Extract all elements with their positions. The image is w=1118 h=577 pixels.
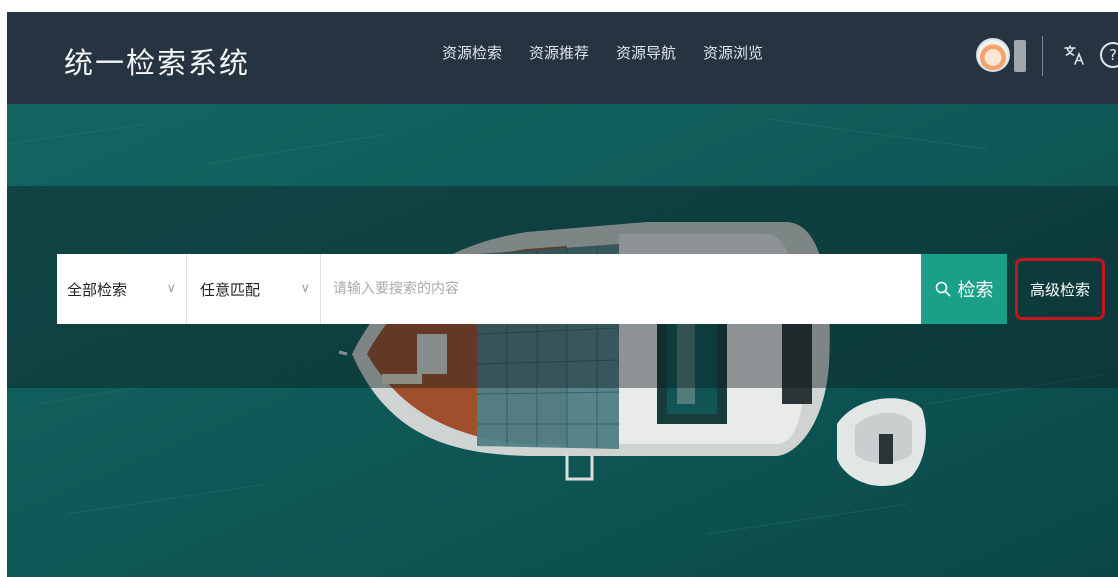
header-divider bbox=[1042, 36, 1043, 76]
search-scope-dropdown[interactable]: 全部检索 ∨ bbox=[57, 254, 187, 324]
chevron-down-icon: ∨ bbox=[166, 281, 176, 296]
search-bar: 全部检索 ∨ 任意匹配 ∨ bbox=[57, 254, 921, 324]
app-window: 统一检索系统 资源检索 资源推荐 资源导航 资源浏览 ? 全部检索 ∨ 任意匹配… bbox=[7, 12, 1118, 577]
match-mode-dropdown[interactable]: 任意匹配 ∨ bbox=[187, 254, 321, 324]
search-input[interactable] bbox=[321, 254, 921, 324]
hero-banner bbox=[7, 104, 1118, 577]
top-navigation-bar: 统一检索系统 资源检索 资源推荐 资源导航 资源浏览 ? bbox=[7, 12, 1118, 104]
chevron-down-icon: ∨ bbox=[300, 281, 310, 296]
help-icon[interactable]: ? bbox=[1100, 42, 1118, 68]
main-nav: 资源检索 资源推荐 资源导航 资源浏览 bbox=[442, 42, 763, 63]
user-avatar[interactable] bbox=[976, 38, 1010, 72]
advanced-search-button[interactable]: 高级检索 bbox=[1015, 258, 1105, 320]
system-title: 统一检索系统 bbox=[64, 46, 251, 80]
search-button-label: 检索 bbox=[957, 280, 994, 301]
nav-item-resource-navigation[interactable]: 资源导航 bbox=[616, 42, 676, 63]
translate-icon[interactable] bbox=[1063, 43, 1087, 67]
search-icon bbox=[935, 281, 950, 297]
username-redacted[interactable] bbox=[1014, 40, 1026, 72]
search-scope-label: 全部检索 bbox=[67, 280, 128, 299]
search-button[interactable]: 检索 bbox=[921, 254, 1007, 324]
nav-item-resource-search[interactable]: 资源检索 bbox=[442, 42, 502, 63]
nav-item-resource-recommend[interactable]: 资源推荐 bbox=[529, 42, 589, 63]
nav-item-resource-browse[interactable]: 资源浏览 bbox=[703, 42, 763, 63]
match-mode-label: 任意匹配 bbox=[200, 280, 261, 299]
